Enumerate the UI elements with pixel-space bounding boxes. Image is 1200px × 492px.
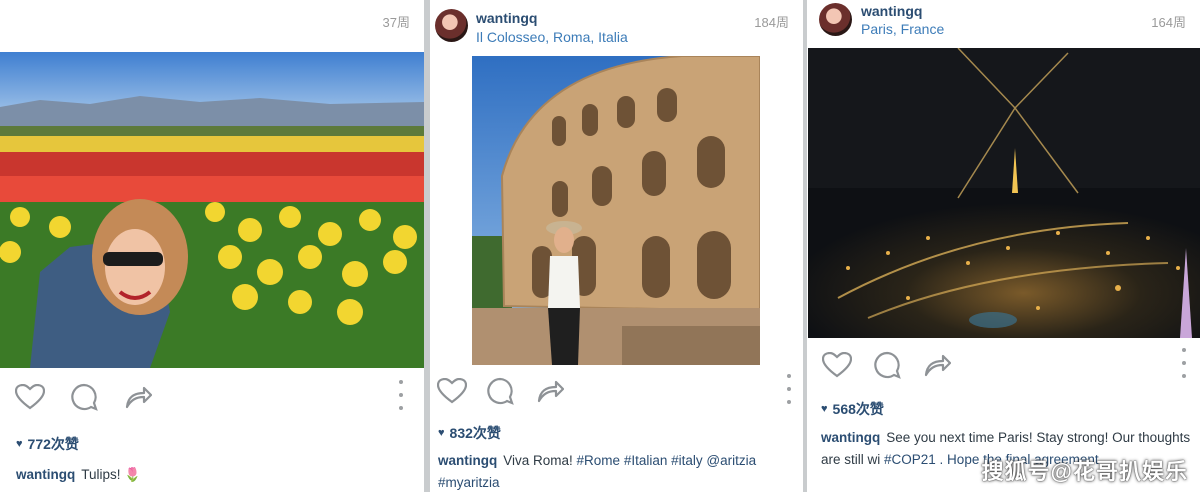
caption-text: Viva Roma! (503, 453, 573, 468)
post-photo-paris-night[interactable] (808, 48, 1200, 338)
post-photo-tulip-field[interactable] (0, 52, 424, 368)
post-card-tulips: 37周 ♥ 772次赞 wantingq Tulips! 🌷 (0, 0, 424, 492)
share-arrow-icon[interactable] (122, 382, 154, 412)
post-location[interactable]: Paris, France (861, 21, 944, 37)
heart-outline-icon[interactable] (436, 376, 468, 406)
more-vertical-icon[interactable] (784, 374, 794, 404)
post-location[interactable]: Il Colosseo, Roma, Italia (476, 29, 628, 45)
post-age: 37周 (382, 15, 410, 30)
caption-username[interactable]: wantingq (821, 430, 880, 445)
post-card-colosseum: wantingq Il Colosseo, Roma, Italia 184周 (430, 0, 803, 492)
like-count[interactable]: ♥ 832次赞 (438, 423, 501, 443)
post-actions (430, 372, 803, 408)
post-actions (0, 378, 424, 414)
post-header: wantingq Paris, France 164周 (807, 0, 1200, 50)
caption-username[interactable]: wantingq (438, 453, 497, 468)
post-username[interactable]: wantingq (861, 3, 922, 19)
post-header: wantingq Il Colosseo, Roma, Italia 184周 (430, 0, 803, 50)
heart-filled-icon: ♥ (821, 403, 828, 415)
post-caption: wantingq Viva Roma! #Rome #Italian #italy… (438, 450, 796, 492)
post-caption: wantingq Tulips! 🌷 (16, 464, 416, 486)
heart-outline-icon[interactable] (14, 382, 46, 412)
post-card-paris: wantingq Paris, France 164周 ♥ 568次赞 want… (807, 0, 1200, 492)
more-vertical-icon[interactable] (396, 380, 406, 410)
comment-bubble-icon[interactable] (68, 382, 100, 412)
post-actions (807, 346, 1200, 382)
share-arrow-icon[interactable] (921, 350, 953, 380)
avatar[interactable] (819, 3, 852, 36)
post-age: 164周 (1151, 15, 1186, 30)
like-count[interactable]: ♥ 568次赞 (821, 399, 884, 419)
heart-outline-icon[interactable] (821, 350, 853, 380)
comment-bubble-icon[interactable] (484, 376, 516, 406)
caption-text: Tulips! 🌷 (81, 467, 142, 482)
caption-username[interactable]: wantingq (16, 467, 75, 482)
paris-night-image (808, 48, 1200, 338)
heart-filled-icon: ♥ (438, 427, 445, 439)
post-username[interactable]: wantingq (476, 10, 537, 26)
post-photo-colosseum[interactable] (472, 56, 760, 365)
like-count[interactable]: ♥ 772次赞 (16, 434, 79, 454)
tulip-field-image (0, 52, 424, 368)
more-vertical-icon[interactable] (1179, 348, 1189, 378)
post-header: 37周 (0, 0, 424, 50)
comment-bubble-icon[interactable] (871, 350, 903, 380)
watermark: 搜狐号@花哥扒娱乐 (981, 459, 1188, 484)
post-age: 184周 (754, 15, 789, 30)
avatar[interactable] (435, 9, 468, 42)
colosseum-image (472, 56, 760, 365)
share-arrow-icon[interactable] (534, 376, 566, 406)
heart-filled-icon: ♥ (16, 438, 23, 450)
